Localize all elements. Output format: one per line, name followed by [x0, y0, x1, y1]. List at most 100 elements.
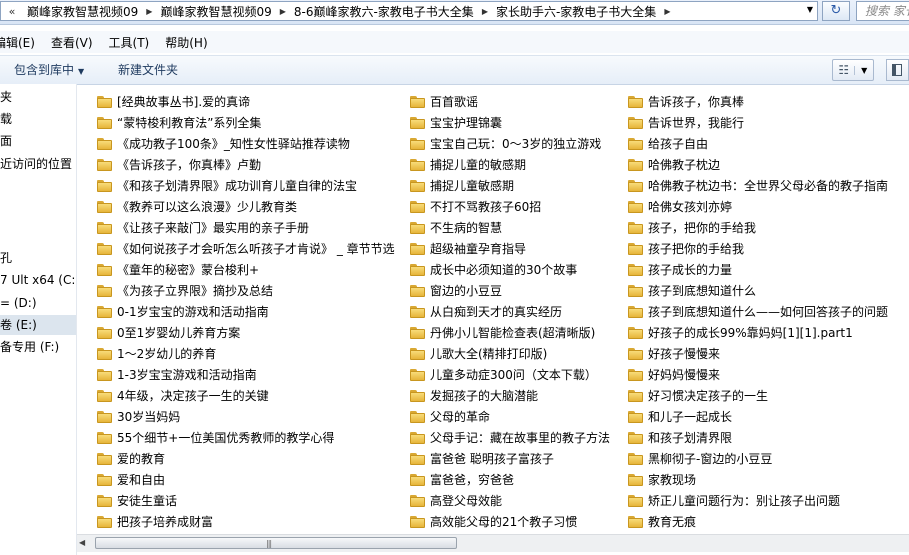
- folder-item[interactable]: 父母的革命: [410, 406, 610, 427]
- folder-item[interactable]: 父母手记：藏在故事里的教子方法: [410, 427, 610, 448]
- chevron-down-icon[interactable]: ▼: [854, 65, 873, 75]
- folder-item[interactable]: 哈佛教子枕边: [628, 154, 888, 175]
- folder-item[interactable]: 成长中必须知道的30个故事: [410, 259, 610, 280]
- nav-item[interactable]: 夹: [0, 87, 76, 107]
- breadcrumb-arrow-icon[interactable]: ▶: [660, 7, 674, 16]
- folder-item[interactable]: 告诉世界，我能行: [628, 112, 888, 133]
- folder-item[interactable]: 孩子，把你的手给我: [628, 217, 888, 238]
- menu-item[interactable]: 查看(V): [43, 34, 101, 51]
- folder-item[interactable]: 55个细节+一位美国优秀教师的教学心得: [97, 427, 395, 448]
- breadcrumb-overflow-icon[interactable]: «: [1, 5, 23, 18]
- folder-item[interactable]: 儿童多动症300问（文本下载）: [410, 364, 610, 385]
- folder-item[interactable]: 丹佛小儿智能检查表(超清晰版): [410, 322, 610, 343]
- folder-item[interactable]: 好习惯决定孩子的一生: [628, 385, 888, 406]
- folder-item[interactable]: 好妈妈慢慢来: [628, 364, 888, 385]
- folder-item[interactable]: 安徒生童话: [97, 490, 395, 511]
- nav-item[interactable]: 备专用 (F:): [0, 337, 76, 357]
- refresh-icon: ↻: [830, 3, 842, 18]
- menu-item[interactable]: 工具(T): [101, 34, 158, 51]
- refresh-button[interactable]: ↻: [822, 1, 850, 21]
- folder-item[interactable]: 捕捉儿童的敏感期: [410, 154, 610, 175]
- folder-item[interactable]: 窗边的小豆豆: [410, 280, 610, 301]
- folder-item[interactable]: 《告诉孩子，你真棒》卢勤: [97, 154, 395, 175]
- folder-item[interactable]: 《为孩子立界限》摘抄及总结: [97, 280, 395, 301]
- breadcrumb-item[interactable]: 巅峰家教智慧视频09: [23, 3, 142, 20]
- folder-item[interactable]: 高效能父母的21个教子习惯: [410, 511, 610, 532]
- folder-item[interactable]: 矫正儿童问题行为：别让孩子出问题: [628, 490, 888, 511]
- folder-item[interactable]: 百首歌谣: [410, 91, 610, 112]
- nav-item[interactable]: 面: [0, 131, 76, 151]
- nav-item[interactable]: = (D:): [0, 293, 76, 313]
- change-view-button[interactable]: ☷ ▼: [832, 59, 874, 81]
- new-folder-button[interactable]: 新建文件夹: [118, 61, 178, 78]
- address-dropdown-icon[interactable]: ▼: [807, 5, 813, 14]
- folder-item[interactable]: 哈佛女孩刘亦婷: [628, 196, 888, 217]
- folder-item[interactable]: 宝宝护理锦囊: [410, 112, 610, 133]
- folder-item[interactable]: 和孩子划清界限: [628, 427, 888, 448]
- nav-item[interactable]: 7 Ult x64 (C:: [0, 270, 76, 290]
- menu-item[interactable]: 帮助(H): [157, 34, 215, 51]
- folder-item[interactable]: 家教现场: [628, 469, 888, 490]
- folder-item[interactable]: 《童年的秘密》蒙台梭利+: [97, 259, 395, 280]
- folder-item[interactable]: 孩子到底想知道什么: [628, 280, 888, 301]
- folder-item[interactable]: 把孩子培养成财富: [97, 511, 395, 532]
- folder-item[interactable]: 《成功教子100条》_知性女性驿站推荐读物: [97, 133, 395, 154]
- nav-item[interactable]: 近访问的位置: [0, 154, 76, 174]
- folder-item[interactable]: 宝宝自己玩：0～3岁的独立游戏: [410, 133, 610, 154]
- folder-item[interactable]: 爱的教育: [97, 448, 395, 469]
- folder-item[interactable]: 1～2岁幼儿的养育: [97, 343, 395, 364]
- folder-item[interactable]: 哈佛教子枕边书：全世界父母必备的教子指南: [628, 175, 888, 196]
- folder-item[interactable]: 儿歌大全(精排打印版): [410, 343, 610, 364]
- folder-item[interactable]: 孩子把你的手给我: [628, 238, 888, 259]
- folder-item[interactable]: 捕捉儿童敏感期: [410, 175, 610, 196]
- address-bar[interactable]: « 巅峰家教智慧视频09 ▶ 巅峰家教智慧视频09 ▶ 8-6巅峰家教六-家教电子书大全…: [0, 1, 818, 21]
- scroll-left-icon[interactable]: ◀: [79, 538, 85, 547]
- folder-item[interactable]: 《和孩子划清界限》成功训育儿童自律的法宝: [97, 175, 395, 196]
- nav-item[interactable]: 卷 (E:): [0, 315, 76, 335]
- folder-item[interactable]: 《教养可以这么浪漫》少儿教育类: [97, 196, 395, 217]
- folder-item[interactable]: 超级袖童孕育指导: [410, 238, 610, 259]
- folder-item[interactable]: 从白痴到天才的真实经历: [410, 301, 610, 322]
- folder-icon: [628, 95, 644, 108]
- folder-item[interactable]: 教育无痕: [628, 511, 888, 532]
- folder-item[interactable]: “蒙特梭利教育法”系列全集: [97, 112, 395, 133]
- folder-item[interactable]: 高登父母效能: [410, 490, 610, 511]
- breadcrumb-arrow-icon[interactable]: ▶: [276, 7, 290, 16]
- folder-item[interactable]: 不打不骂教孩子60招: [410, 196, 610, 217]
- nav-item[interactable]: 载: [0, 109, 76, 129]
- scrollbar-thumb[interactable]: |||: [95, 537, 457, 549]
- folder-item[interactable]: 爱和自由: [97, 469, 395, 490]
- breadcrumb-arrow-icon[interactable]: ▶: [142, 7, 156, 16]
- folder-item[interactable]: 黑柳彻子-窗边的小豆豆: [628, 448, 888, 469]
- breadcrumb-arrow-icon[interactable]: ▶: [478, 7, 492, 16]
- menu-item[interactable]: 编辑(E): [0, 34, 43, 51]
- preview-pane-button[interactable]: [886, 59, 909, 81]
- folder-item[interactable]: 《如何说孩子才会听怎么听孩子才肯说》 _ 章节节选: [97, 238, 395, 259]
- include-in-library-button[interactable]: 包含到库中 ▼: [14, 61, 84, 78]
- folder-item[interactable]: 1-3岁宝宝游戏和活动指南: [97, 364, 395, 385]
- folder-item[interactable]: 发掘孩子的大脑潜能: [410, 385, 610, 406]
- folder-item[interactable]: 富爸爸，穷爸爸: [410, 469, 610, 490]
- folder-item[interactable]: 0-1岁宝宝的游戏和活动指南: [97, 301, 395, 322]
- folder-item[interactable]: 0至1岁婴幼儿养育方案: [97, 322, 395, 343]
- folder-item[interactable]: 好孩子慢慢来: [628, 343, 888, 364]
- folder-item[interactable]: 告诉孩子，你真棒: [628, 91, 888, 112]
- folder-item[interactable]: 好孩子的成长99%靠妈妈[1][1].part1: [628, 322, 888, 343]
- folder-item[interactable]: 孩子成长的力量: [628, 259, 888, 280]
- breadcrumb-item[interactable]: 巅峰家教智慧视频09: [156, 3, 275, 20]
- breadcrumb-item[interactable]: 家长助手六-家教电子书大全集: [492, 3, 660, 20]
- folder-item[interactable]: 30岁当妈妈: [97, 406, 395, 427]
- nav-item[interactable]: 孔: [0, 248, 76, 268]
- folder-item[interactable]: 不生病的智慧: [410, 217, 610, 238]
- horizontal-scrollbar[interactable]: ◀ |||: [77, 534, 909, 552]
- search-input[interactable]: 搜索 家长: [856, 1, 909, 21]
- folder-item[interactable]: 和儿子一起成长: [628, 406, 888, 427]
- folder-item[interactable]: 给孩子自由: [628, 133, 888, 154]
- folder-icon: [410, 410, 426, 423]
- breadcrumb-item[interactable]: 8-6巅峰家教六-家教电子书大全集: [290, 3, 478, 20]
- folder-item[interactable]: 富爸爸 聪明孩子富孩子: [410, 448, 610, 469]
- folder-item[interactable]: 孩子到底想知道什么——如何回答孩子的问题: [628, 301, 888, 322]
- folder-item[interactable]: [经典故事丛书].爱的真谛: [97, 91, 395, 112]
- folder-item[interactable]: 4年级，决定孩子一生的关键: [97, 385, 395, 406]
- folder-item[interactable]: 《让孩子来敲门》最实用的亲子手册: [97, 217, 395, 238]
